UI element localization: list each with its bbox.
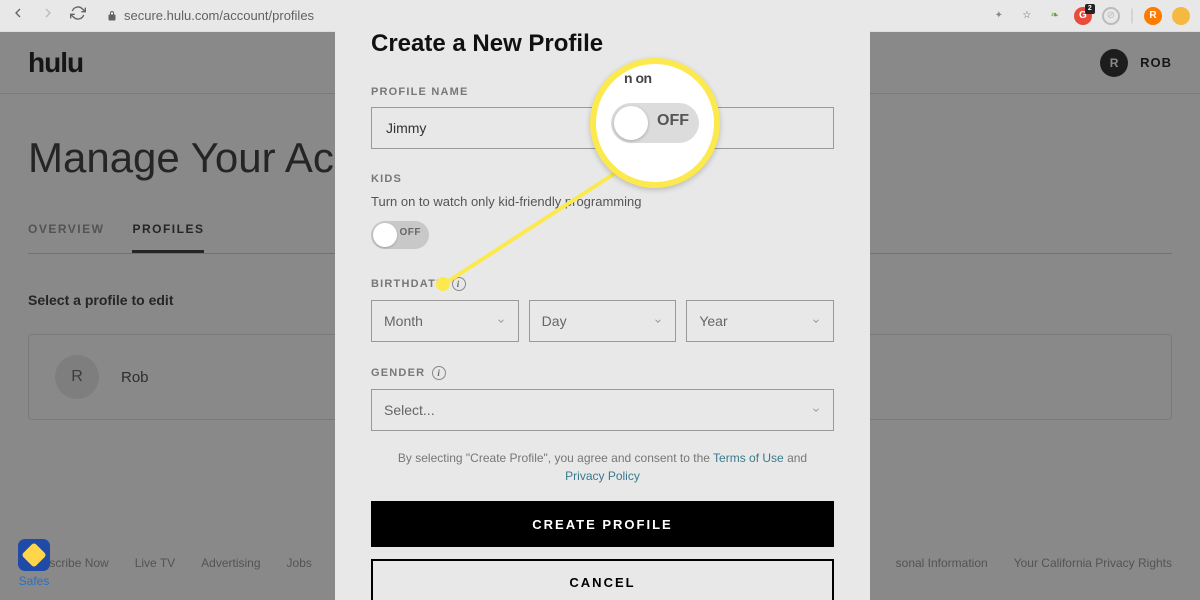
gender-select[interactable]: Select... — [371, 389, 834, 431]
cancel-button[interactable]: CANCEL — [371, 559, 834, 600]
kids-toggle[interactable]: OFF — [371, 221, 429, 249]
gender-label: GENDER i — [371, 366, 834, 380]
kids-description: Turn on to watch only kid-friendly progr… — [371, 194, 834, 209]
create-profile-modal: Create a New Profile PROFILE NAME KIDS T… — [335, 0, 870, 600]
toggle-state-label: OFF — [400, 227, 422, 238]
extension-circle-icon[interactable] — [1172, 7, 1190, 25]
forward-icon[interactable] — [40, 5, 56, 26]
toggle-knob — [373, 223, 397, 247]
chevron-down-icon — [811, 316, 821, 326]
extension-evernote-icon[interactable]: ❧ — [1046, 7, 1064, 25]
safes-badge[interactable]: Safes — [18, 539, 50, 588]
modal-title: Create a New Profile — [371, 30, 834, 58]
browser-profile-avatar[interactable]: R — [1144, 7, 1162, 25]
url-text: secure.hulu.com/account/profiles — [124, 8, 314, 23]
extension-badge-icon[interactable]: 2G — [1074, 7, 1092, 25]
address-bar[interactable]: secure.hulu.com/account/profiles — [106, 8, 314, 23]
star-icon[interactable]: ☆ — [1018, 7, 1036, 25]
safes-label: Safes — [18, 574, 50, 588]
info-icon[interactable]: i — [452, 277, 466, 291]
create-profile-button[interactable]: CREATE PROFILE — [371, 501, 834, 547]
annotation-dot — [436, 277, 450, 291]
profile-name-input[interactable] — [371, 107, 834, 149]
profile-name-label: PROFILE NAME — [371, 86, 834, 98]
reload-icon[interactable] — [70, 5, 86, 26]
extension-block-icon[interactable]: ⊘ — [1102, 7, 1120, 25]
info-icon[interactable]: i — [432, 366, 446, 380]
terms-link[interactable]: Terms of Use — [713, 451, 784, 465]
lock-icon — [106, 10, 118, 22]
safes-icon — [18, 539, 50, 571]
privacy-link[interactable]: Privacy Policy — [565, 469, 640, 483]
back-icon[interactable] — [10, 5, 26, 26]
extension-icon[interactable]: ✦ — [990, 7, 1008, 25]
consent-text: By selecting "Create Profile", you agree… — [391, 449, 814, 485]
day-select[interactable]: Day — [529, 300, 677, 342]
chevron-down-icon — [811, 405, 821, 415]
chevron-down-icon — [496, 316, 506, 326]
month-select[interactable]: Month — [371, 300, 519, 342]
year-select[interactable]: Year — [686, 300, 834, 342]
chevron-down-icon — [653, 316, 663, 326]
kids-label: KIDS — [371, 173, 834, 185]
